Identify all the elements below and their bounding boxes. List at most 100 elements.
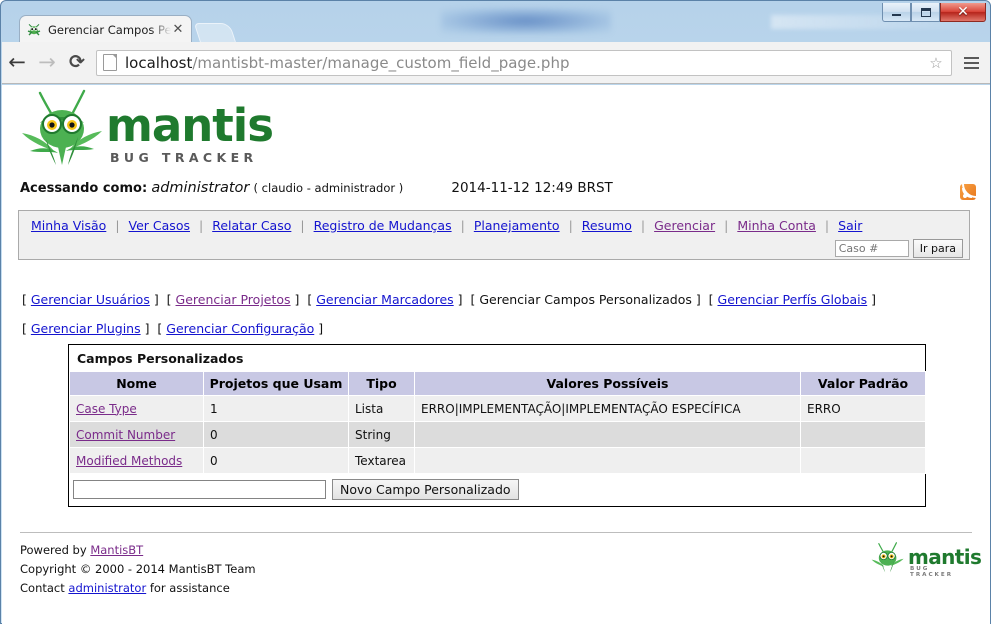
subnav-entry: [ Gerenciar Configuração ]	[157, 321, 323, 336]
reload-icon: ⟳	[69, 51, 85, 73]
subnav-entry: [ Gerenciar Marcadores ]	[307, 292, 470, 307]
subnav-link-gerenciar-configura-o[interactable]: Gerenciar Configuração	[166, 321, 314, 336]
tab-close-button[interactable]: ✕	[171, 23, 185, 36]
nav-separator: |	[724, 218, 729, 233]
browser-toolbar: ← → ⟳ localhost/mantisbt-master/manage_c…	[2, 42, 990, 84]
browser-menu-button[interactable]	[958, 50, 984, 76]
server-timestamp: 2014-11-12 12:49 BRST	[451, 180, 613, 196]
subnav-link-gerenciar-usu-rios[interactable]: Gerenciar Usuários	[31, 292, 150, 307]
manage-subnav-row-1: [ Gerenciar Usuários ] [ Gerenciar Proje…	[22, 285, 972, 314]
subnav-link-gerenciar-plugins[interactable]: Gerenciar Plugins	[31, 321, 141, 336]
subnav-close-bracket: ]	[691, 292, 709, 307]
nav-item-minha-vis-o[interactable]: Minha Visão	[31, 218, 106, 233]
cell-projects-using: 1	[203, 395, 349, 422]
new-custom-field-button[interactable]: Novo Campo Personalizado	[332, 479, 519, 500]
cell-field-name: Commit Number	[69, 421, 204, 448]
manage-subnavigation: [ Gerenciar Usuários ] [ Gerenciar Proje…	[22, 285, 972, 343]
hamburger-bar-2	[963, 61, 979, 64]
table-header-row: Nome Projetos que Usam Tipo Valores Poss…	[69, 371, 926, 396]
reload-button[interactable]: ⟳	[62, 48, 92, 78]
nav-separator: |	[115, 218, 120, 233]
browser-tabstrip: Gerenciar Campos Person ✕	[1, 15, 990, 43]
footer-divider	[20, 532, 972, 533]
nav-item-planejamento[interactable]: Planejamento	[474, 218, 560, 233]
footer-powered-prefix: Powered by	[20, 543, 91, 557]
subnav-open-bracket: [	[470, 292, 480, 307]
table-row: Case Type 1 Lista ERRO|IMPLEMENTAÇÃO|IMPLEM…	[69, 395, 926, 422]
new-tab-button[interactable]	[193, 23, 237, 43]
case-number-input[interactable]	[834, 240, 909, 257]
nav-item-registro-de-mudan-as[interactable]: Registro de Mudanças	[314, 218, 452, 233]
mantis-wordmark: mantis	[106, 99, 274, 152]
custom-field-link-modified-methods[interactable]: Modified Methods	[76, 454, 182, 468]
back-button[interactable]: ←	[2, 48, 32, 78]
custom-field-link-commit-number[interactable]: Commit Number	[76, 428, 175, 442]
mantis-tagline: BUG TRACKER	[110, 150, 258, 165]
cell-projects-using: 0	[203, 421, 349, 448]
cell-possible-values	[414, 447, 801, 474]
column-header-projetos: Projetos que Usam	[203, 371, 349, 396]
cell-possible-values	[414, 421, 801, 448]
custom-field-link-case-type[interactable]: Case Type	[76, 402, 137, 416]
nav-item-relatar-caso[interactable]: Relatar Caso	[212, 218, 291, 233]
subnav-entry: [ Gerenciar Plugins ]	[22, 321, 157, 336]
footer-mantis-wordmark: mantis	[908, 545, 982, 569]
column-header-valores: Valores Possíveis	[414, 371, 801, 396]
nav-separator: |	[460, 218, 465, 233]
url-host: localhost	[125, 53, 193, 72]
access-label: Acessando como:	[20, 181, 148, 196]
cell-field-name: Modified Methods	[69, 447, 204, 474]
cell-default-value	[800, 421, 926, 448]
footer-mantis-bug-icon	[871, 542, 904, 573]
new-custom-field-input[interactable]	[73, 480, 326, 499]
forward-button[interactable]: →	[32, 48, 62, 78]
subnav-link-gerenciar-perf-s-globais[interactable]: Gerenciar Perfís Globais	[718, 292, 868, 307]
subnav-link-gerenciar-marcadores[interactable]: Gerenciar Marcadores	[316, 292, 453, 307]
nav-item-sair[interactable]: Sair	[838, 218, 862, 233]
subnav-link-gerenciar-projetos[interactable]: Gerenciar Projetos	[176, 292, 291, 307]
nav-item-resumo[interactable]: Resumo	[582, 218, 632, 233]
back-arrow-icon: ←	[8, 50, 26, 74]
custom-fields-panel: Campos Personalizados Nome Projetos que …	[68, 344, 926, 507]
nav-item-gerenciar[interactable]: Gerenciar	[654, 218, 715, 233]
footer-copyright: Copyright © 2000 - 2014 MantisBT Team	[20, 562, 256, 576]
goto-case-button[interactable]: Ir para	[912, 239, 963, 258]
mantis-favicon-icon	[26, 22, 42, 38]
column-header-nome: Nome	[69, 371, 204, 396]
forward-arrow-icon: →	[38, 50, 56, 74]
nav-separator: |	[824, 218, 830, 233]
bookmark-star-icon[interactable]: ☆	[927, 54, 945, 72]
manage-subnav-row-2: [ Gerenciar Plugins ] [ Gerenciar Config…	[22, 314, 972, 343]
rss-feed-icon[interactable]	[960, 184, 976, 200]
subnav-close-bracket: ]	[867, 292, 877, 307]
subnav-close-bracket: ]	[149, 292, 167, 307]
footer-text-block: Powered by MantisBT Copyright © 2000 - 2…	[20, 541, 256, 598]
table-row: Modified Methods 0 Textarea	[69, 447, 926, 474]
main-navigation-bar: Minha Visão | Ver Casos | Relatar Caso | Regis…	[18, 210, 970, 260]
nav-item-minha-conta[interactable]: Minha Conta	[737, 218, 816, 233]
address-bar[interactable]: localhost/mantisbt-master/manage_custom_…	[96, 49, 952, 76]
jump-to-case-form: Ir para	[834, 239, 963, 258]
contact-administrator-link[interactable]: administrator	[68, 581, 146, 595]
table-row: Commit Number 0 String	[69, 421, 926, 448]
cell-field-type: Lista	[348, 395, 415, 422]
mantis-logo: mantis BUG TRACKER	[20, 89, 274, 171]
subnav-entry: [ Gerenciar Projetos ]	[167, 292, 308, 307]
new-custom-field-form: Novo Campo Personalizado	[69, 474, 925, 506]
subnav-close-bracket: ]	[314, 321, 324, 336]
cell-possible-values: ERRO|IMPLEMENTAÇÃO|IMPLEMENTAÇÃO ESPECÍF…	[414, 395, 801, 422]
subnav-open-bracket: [	[22, 292, 31, 307]
subnav-open-bracket: [	[166, 292, 176, 307]
page-viewport: mantis BUG TRACKER Acessando como: admin…	[2, 85, 990, 624]
subnav-entry: [ Gerenciar Usuários ]	[22, 292, 167, 307]
nav-item-ver-casos[interactable]: Ver Casos	[129, 218, 190, 233]
subnav-current-gerenciar-campos-personalizados: Gerenciar Campos Personalizados	[479, 292, 692, 307]
custom-fields-table: Nome Projetos que Usam Tipo Valores Poss…	[69, 371, 926, 474]
browser-tab[interactable]: Gerenciar Campos Person ✕	[19, 15, 192, 43]
cell-field-name: Case Type	[69, 395, 204, 422]
mantisbt-link[interactable]: MantisBT	[90, 543, 143, 557]
subnav-open-bracket: [	[22, 321, 31, 336]
footer-powered-line: Powered by MantisBT	[20, 541, 256, 560]
cell-field-type: String	[348, 421, 415, 448]
tab-title: Gerenciar Campos Person	[48, 22, 171, 37]
